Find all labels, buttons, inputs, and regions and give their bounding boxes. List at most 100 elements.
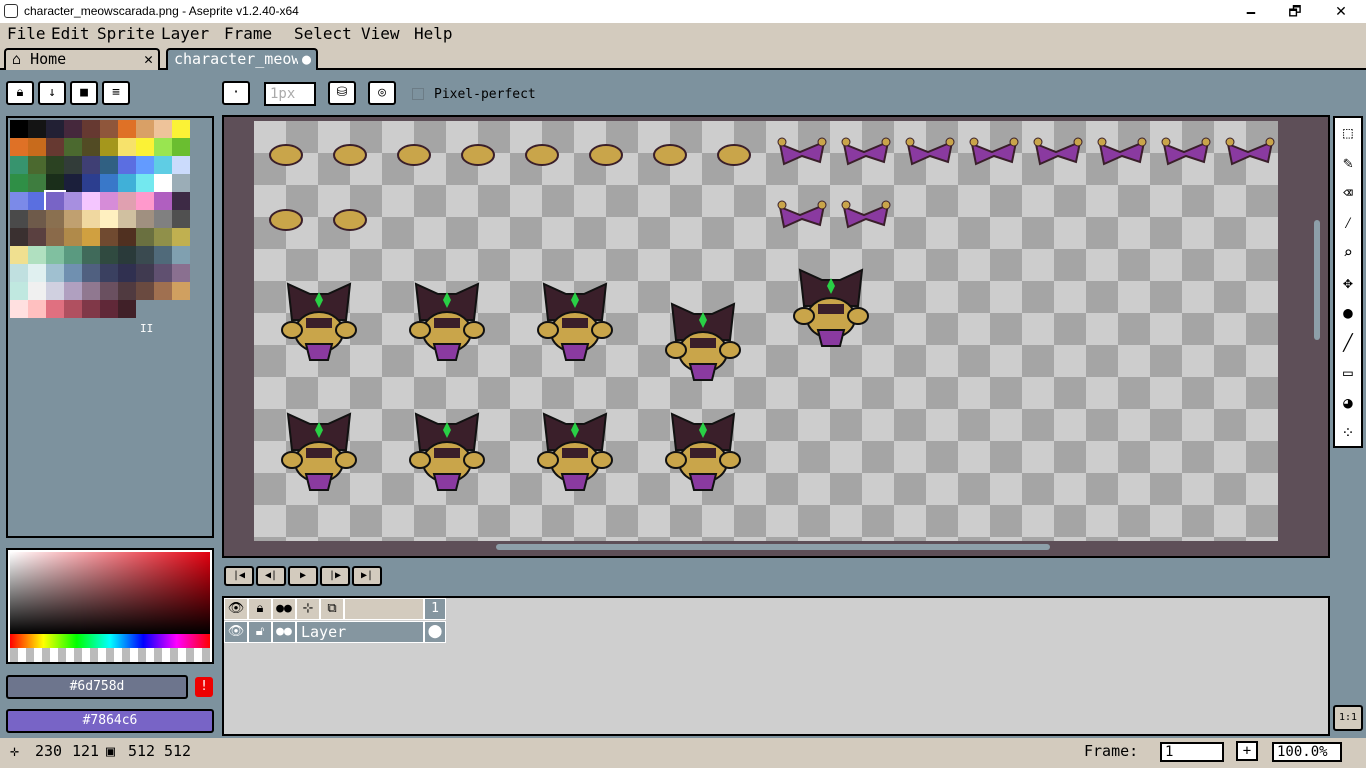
palette-swatch[interactable] (82, 300, 100, 318)
palette-swatch[interactable] (172, 210, 190, 228)
palette-swatch[interactable] (154, 228, 172, 246)
palette-swatch[interactable] (10, 174, 28, 192)
palette-swatch[interactable] (28, 246, 46, 264)
frame-cel[interactable]: ⬤ (424, 621, 446, 643)
palette-swatch[interactable] (82, 120, 100, 138)
last-frame-button[interactable]: ▶| (352, 566, 382, 586)
palette-swatch[interactable] (100, 138, 118, 156)
menu-sprite[interactable]: Sprite (97, 24, 155, 43)
palette-swatch[interactable] (154, 264, 172, 282)
palette-swatch[interactable] (46, 282, 64, 300)
palette-swatch[interactable] (82, 246, 100, 264)
palette-swatch[interactable] (64, 228, 82, 246)
palette-swatch[interactable] (172, 120, 190, 138)
palette-swatch[interactable] (136, 210, 154, 228)
layer-visibility-icon[interactable]: 👁︎ (224, 621, 248, 643)
palette-swatch[interactable] (46, 156, 64, 174)
brush-size-input[interactable]: 1px (264, 82, 316, 106)
palette-swatch[interactable] (100, 192, 118, 210)
palette-swatch[interactable] (100, 120, 118, 138)
palette-swatch[interactable] (64, 138, 82, 156)
visibility-header-icon[interactable]: 👁︎ (224, 598, 248, 620)
frame-header[interactable]: 1 (424, 598, 446, 620)
onion-skin-icon[interactable]: ⊹ (296, 598, 320, 620)
background-color-button[interactable]: #7864c6 (6, 709, 214, 733)
palette-swatch[interactable] (82, 228, 100, 246)
palette-swatch[interactable] (100, 300, 118, 318)
brush-type-button[interactable]: · (222, 81, 250, 105)
palette-swatch[interactable] (136, 264, 154, 282)
palette-swatch[interactable] (136, 246, 154, 264)
menu-select[interactable]: Select (294, 24, 352, 43)
palette-swatch[interactable] (118, 174, 136, 192)
palette-swatch[interactable] (28, 120, 46, 138)
palette-swatch[interactable] (28, 264, 46, 282)
palette-swatch[interactable] (64, 282, 82, 300)
palette-swatch[interactable] (118, 192, 136, 210)
palette-swatch[interactable] (64, 192, 82, 210)
palette-swatch[interactable] (10, 300, 28, 318)
move-tool-icon[interactable]: ✥ (1335, 268, 1361, 298)
palette-swatch[interactable] (46, 246, 64, 264)
foreground-color-button[interactable]: #6d758d (6, 675, 188, 699)
palette-swatch[interactable] (82, 282, 100, 300)
palette-swatch[interactable] (10, 228, 28, 246)
spray-tool-icon[interactable]: ⁘ (1335, 418, 1361, 448)
palette-swatch[interactable] (136, 138, 154, 156)
palette-swatch[interactable] (82, 210, 100, 228)
palette-swatch[interactable] (172, 138, 190, 156)
palette-swatch[interactable] (82, 192, 100, 210)
palette-swatch[interactable] (46, 174, 64, 192)
palette-swatch[interactable] (46, 138, 64, 156)
eraser-tool-icon[interactable]: ⌫ (1335, 178, 1361, 208)
pixel-perfect-checkbox[interactable] (412, 88, 424, 100)
palette-swatch[interactable] (118, 120, 136, 138)
palette-swatch[interactable] (118, 210, 136, 228)
palette-swatch[interactable] (154, 192, 172, 210)
palette-swatch[interactable] (172, 264, 190, 282)
palette-swatch[interactable] (28, 228, 46, 246)
palette-swatch[interactable] (136, 282, 154, 300)
vertical-scrollbar[interactable] (1314, 220, 1320, 340)
palette-swatch[interactable] (118, 264, 136, 282)
paint-bucket-tool-icon[interactable]: ● (1335, 298, 1361, 328)
pencil-tool-icon[interactable]: ✎ (1335, 148, 1361, 178)
minimize-button[interactable]: 🗕 (1228, 0, 1274, 23)
palette-swatch[interactable] (136, 228, 154, 246)
layer-continuous-icon[interactable]: ●● (272, 621, 296, 643)
palette-swatch[interactable] (136, 192, 154, 210)
palette-swatch[interactable] (172, 174, 190, 192)
palette-swatch[interactable] (154, 210, 172, 228)
saturation-value-box[interactable] (10, 552, 210, 634)
ink-type-button[interactable]: ⛁ (328, 81, 356, 105)
palette-swatch[interactable] (28, 174, 46, 192)
palette-swatch[interactable] (82, 156, 100, 174)
palette-swatch[interactable] (46, 300, 64, 318)
palette-swatch[interactable] (64, 120, 82, 138)
palette-swatch[interactable] (100, 282, 118, 300)
palette-swatch[interactable] (64, 300, 82, 318)
palette-swatch[interactable] (46, 120, 64, 138)
blur-tool-icon[interactable]: ◕ (1335, 388, 1361, 418)
palette-swatch[interactable] (46, 264, 64, 282)
palette-swatch[interactable] (172, 228, 190, 246)
menu-edit[interactable]: Edit (51, 24, 90, 43)
palette-swatch[interactable] (154, 156, 172, 174)
palette-options-button[interactable]: ≡ (102, 81, 130, 105)
tab-file[interactable]: character_meowscarada.png ● (166, 48, 318, 70)
warning-icon[interactable]: ! (195, 677, 213, 697)
horizontal-scrollbar[interactable] (496, 544, 1050, 550)
rect-marquee-tool-icon[interactable]: ⬚ (1335, 118, 1361, 148)
palette-swatch[interactable] (118, 156, 136, 174)
maximize-button[interactable]: 🗗 (1272, 0, 1318, 23)
palette-swatch[interactable] (136, 120, 154, 138)
palette-swatch[interactable] (10, 282, 28, 300)
palette-swatch[interactable] (154, 138, 172, 156)
palette-swatch[interactable] (100, 246, 118, 264)
next-frame-button[interactable]: |▶ (320, 566, 350, 586)
palette-swatch[interactable] (154, 246, 172, 264)
palette-swatch[interactable] (118, 228, 136, 246)
palette-swatch[interactable] (28, 210, 46, 228)
palette-swatch[interactable] (82, 264, 100, 282)
palette-swatch[interactable] (64, 156, 82, 174)
